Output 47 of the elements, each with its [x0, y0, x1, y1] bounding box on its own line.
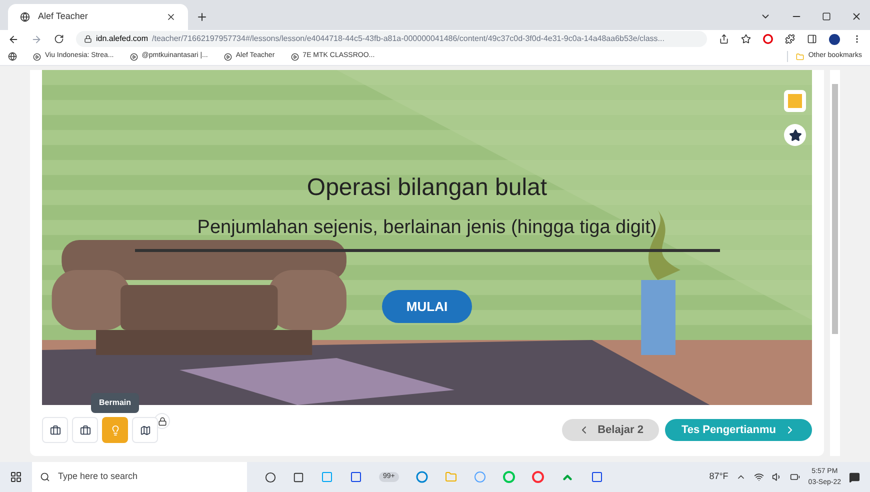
close-tab-icon[interactable]	[166, 12, 176, 22]
map-icon	[140, 424, 150, 436]
cortana-icon[interactable]	[265, 472, 276, 482]
new-tab-icon[interactable]	[196, 11, 208, 23]
notes-icon	[788, 94, 802, 108]
play-icon	[130, 52, 138, 60]
folder-icon	[796, 52, 804, 60]
lesson-title: Operasi bilangan bulat	[306, 173, 548, 203]
briefcase-icon	[80, 424, 90, 436]
briefcase-icon	[50, 424, 60, 436]
taskbar-search-field[interactable]: Type here to search	[32, 462, 247, 492]
start-button[interactable]: MULAI	[382, 290, 472, 323]
play-icon	[33, 52, 41, 60]
step-tooltip: Bermain	[91, 393, 139, 413]
padlock-icon	[158, 416, 166, 426]
extensions-icon[interactable]	[785, 34, 795, 44]
back-icon[interactable]	[8, 34, 19, 44]
profile-avatar[interactable]	[829, 34, 840, 44]
side-panel-icon[interactable]	[807, 34, 817, 44]
bookmark-star-icon[interactable]	[741, 34, 751, 44]
step-button[interactable]	[72, 417, 98, 443]
restore-icon[interactable]	[822, 12, 831, 21]
reload-icon[interactable]	[54, 34, 64, 44]
lock-icon	[84, 35, 92, 43]
forward-icon[interactable]	[31, 34, 42, 44]
weather-text: 87°F	[709, 470, 728, 484]
step-button[interactable]	[42, 417, 68, 443]
site-icon	[20, 12, 30, 22]
share-icon[interactable]	[719, 34, 729, 44]
task-view-icon[interactable]	[293, 472, 304, 482]
star-icon	[788, 128, 802, 142]
lesson-subtitle: Penjumlahan sejenis, berlainan jenis (hingga tiga digit)	[197, 216, 657, 240]
volume-icon[interactable]	[772, 472, 782, 482]
lightbulb-icon	[110, 424, 120, 436]
battery-icon[interactable]	[790, 472, 800, 482]
play-icon	[290, 52, 299, 60]
apps-icon[interactable]	[8, 52, 17, 61]
address-field[interactable]: idn.alefed.com /teacher/71662197957734#/lessons/lesson/e4044718-44c5-43fb-a81a-000000041486/content/49c37c0d-3f0d-4e31-9c0a-14a48aa6b53e/class...	[76, 31, 707, 47]
close-icon[interactable]	[851, 11, 862, 22]
browser-tab[interactable]: Alef Teacher	[8, 4, 188, 30]
search-icon	[40, 472, 50, 482]
network-icon[interactable]	[754, 472, 764, 482]
start-icon[interactable]	[10, 471, 22, 483]
previous-button[interactable]: Belajar 2	[562, 419, 660, 441]
notifications-icon[interactable]	[849, 472, 860, 482]
play-icon	[224, 52, 232, 60]
step-button[interactable]	[132, 417, 158, 443]
